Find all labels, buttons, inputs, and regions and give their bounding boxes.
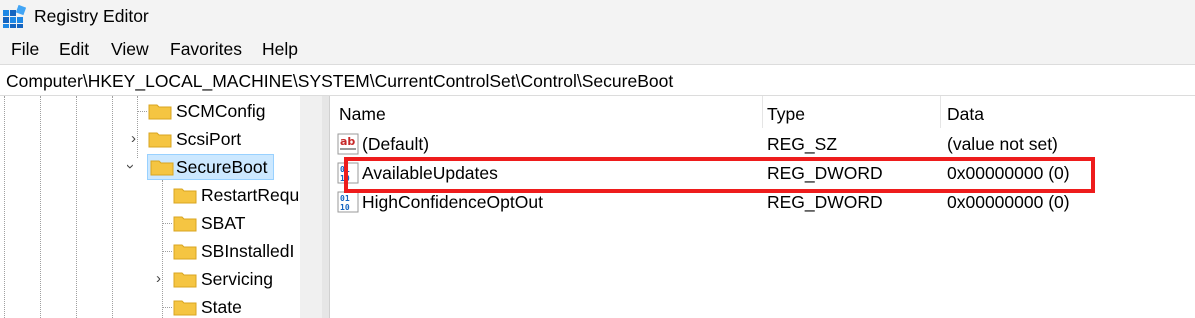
menu-edit[interactable]: Edit (59, 39, 89, 60)
tree-item-label: RestartRequ (201, 185, 300, 205)
column-header-data[interactable]: Data (939, 96, 1195, 128)
menu-favorites[interactable]: Favorites (170, 39, 242, 60)
folder-open-icon (150, 160, 174, 176)
value-data: 0x00000000 (0) (947, 192, 1070, 212)
tree-item-restartrequ[interactable]: RestartRequ (173, 182, 300, 208)
folder-icon (173, 188, 197, 204)
expand-chevron-icon[interactable]: › (131, 130, 136, 147)
registry-editor-app-icon (3, 5, 26, 28)
value-data: (value not set) (947, 134, 1058, 154)
column-header-name[interactable]: Name (331, 96, 763, 128)
svg-text:10: 10 (340, 203, 350, 212)
menu-view[interactable]: View (111, 39, 149, 60)
value-type: REG_DWORD (767, 192, 883, 212)
tree-item-label: State (201, 297, 242, 317)
tree-item-servicing[interactable]: Servicing (173, 266, 300, 292)
folder-icon (173, 216, 197, 232)
expand-chevron-icon[interactable]: › (156, 270, 161, 287)
dword-value-icon: 01 10 (337, 191, 359, 213)
tree-item-label: SBInstalledI (201, 241, 295, 261)
tree-item-scsiport[interactable]: ScsiPort (148, 126, 300, 152)
tree-scrollbar[interactable] (300, 96, 322, 318)
svg-text:01: 01 (340, 194, 350, 203)
value-row[interactable]: ab (Default) REG_SZ (value not set) (331, 129, 1195, 158)
folder-icon (173, 244, 197, 260)
folder-icon (148, 104, 172, 120)
menu-bar: File Edit View Favorites Help (0, 34, 1195, 64)
menu-help[interactable]: Help (262, 39, 298, 60)
string-value-icon: ab (337, 133, 359, 155)
window-title: Registry Editor (34, 6, 149, 26)
folder-icon (173, 300, 197, 316)
tree-guide-line (162, 223, 172, 224)
tree-guide-line (112, 96, 113, 318)
values-list[interactable]: Name Type Data ab (Default) REG_SZ (valu… (331, 96, 1195, 318)
pane-splitter[interactable] (322, 96, 330, 318)
svg-text:ab: ab (340, 135, 355, 148)
tree-item-label: SCMConfig (176, 101, 266, 121)
value-type: REG_SZ (767, 134, 838, 154)
collapse-chevron-icon[interactable]: › (122, 164, 139, 169)
title-bar: Registry Editor (0, 0, 1195, 34)
tree-guide-line (137, 96, 138, 158)
tree-item-sbinstalled[interactable]: SBInstalledI (173, 238, 300, 264)
tree-item-sbat[interactable]: SBAT (173, 210, 300, 236)
tree-guide-line (4, 96, 5, 318)
address-path[interactable]: Computer\HKEY_LOCAL_MACHINE\SYSTEM\Curre… (6, 71, 673, 92)
tree-guide-line (40, 96, 41, 318)
tree-guide-line (162, 180, 163, 318)
tree-guide-line (162, 251, 172, 252)
tree-guide-line (137, 111, 147, 112)
folder-icon (148, 132, 172, 148)
value-name: (Default) (362, 134, 430, 154)
tree-guide-line (76, 96, 77, 318)
tree-guide-line (162, 307, 172, 308)
tree-item-label: SBAT (201, 213, 246, 233)
highlight-annotation-box (344, 157, 1095, 193)
tree-item-label: ScsiPort (176, 129, 242, 149)
value-name: HighConfidenceOptOut (362, 192, 543, 212)
menu-file[interactable]: File (11, 39, 39, 60)
tree-item-label: Servicing (201, 269, 273, 289)
tree-item-scmconfig[interactable]: SCMConfig (148, 98, 300, 124)
address-bar[interactable]: Computer\HKEY_LOCAL_MACHINE\SYSTEM\Curre… (0, 64, 1195, 96)
folder-icon (173, 272, 197, 288)
tree-item-secureboot[interactable]: SecureBoot (147, 154, 275, 180)
column-header-type[interactable]: Type (759, 96, 941, 128)
key-tree[interactable]: SCMConfig › ScsiPort › SecureBoot Restar… (0, 96, 300, 318)
tree-item-state[interactable]: State (173, 294, 300, 318)
